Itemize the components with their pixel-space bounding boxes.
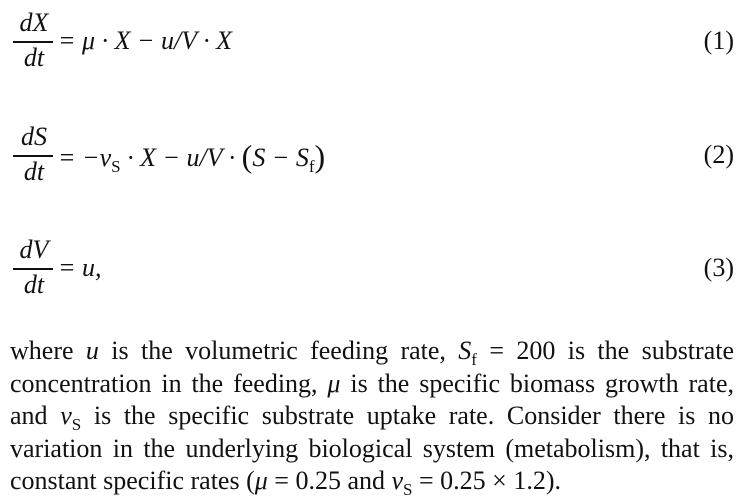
- rhs-part-b: · X − u/V ·: [120, 143, 242, 172]
- math-symbol: u: [85, 336, 99, 365]
- math-symbol: μ: [327, 368, 341, 398]
- subscript: S: [111, 157, 121, 176]
- equation-rhs: = u,: [58, 253, 102, 282]
- equation-3: dV dt = u, (3): [12, 233, 734, 303]
- math-symbol: S: [458, 336, 472, 365]
- equation-rhs: = −vS · X − u/V · (S − Sf): [58, 138, 326, 175]
- rhs-part-a: = −v: [58, 143, 112, 172]
- derivative-fraction: dX dt: [12, 6, 56, 76]
- equation-1: dX dt = μ · X − u/V · X (1): [12, 6, 734, 76]
- derivative-fraction: dV dt: [12, 233, 56, 303]
- equation-rhs: = μ · X − u/V · X: [58, 26, 233, 55]
- fraction-numerator: dS: [21, 122, 47, 151]
- text: is the volumetric feeding rate,: [98, 336, 459, 365]
- fraction-denominator: dt: [23, 43, 45, 72]
- fraction-denominator: dt: [23, 270, 45, 299]
- text: = 0.25 and: [267, 466, 392, 495]
- text: = 0.25 × 1.2).: [412, 466, 561, 495]
- equation-number: (1): [703, 26, 734, 55]
- derivative-fraction: dS dt: [12, 120, 56, 190]
- paren-close: ): [314, 138, 326, 174]
- paren-open: (: [241, 138, 253, 174]
- equation-2: dS dt = −vS · X − u/V · (S − Sf) (2): [12, 120, 734, 190]
- math-symbol: v: [391, 466, 404, 495]
- equation-number: (3): [703, 253, 734, 282]
- subscript: S: [403, 480, 413, 499]
- math-symbol: v: [60, 401, 72, 430]
- text: where: [10, 336, 86, 365]
- subscript: S: [71, 415, 82, 434]
- fraction-numerator: dV: [19, 235, 49, 264]
- fraction-numerator: dX: [19, 8, 49, 37]
- fraction-denominator: dt: [23, 157, 45, 186]
- equation-number: (2): [703, 140, 734, 169]
- math-symbol: μ: [254, 466, 268, 495]
- body-paragraph: where u is the volumetric feeding rate, …: [10, 335, 734, 498]
- rhs-part-c: S − S: [252, 143, 309, 172]
